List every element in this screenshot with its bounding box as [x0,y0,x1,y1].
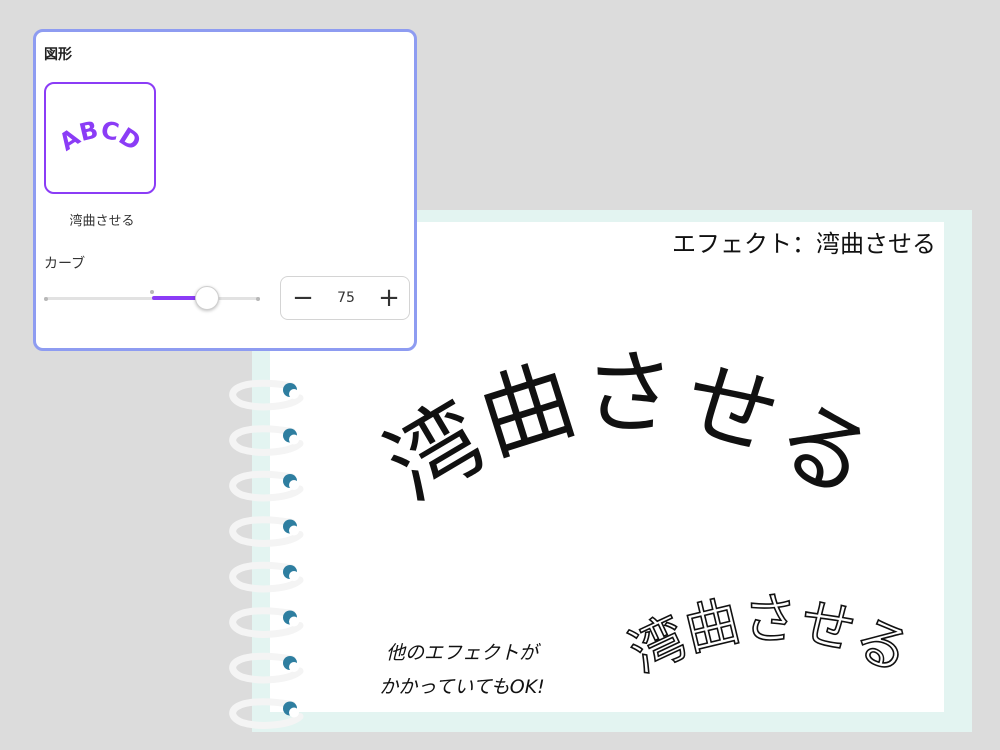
curve-effect-preview-text: ABCD [54,116,146,157]
slider-tick-center [150,290,154,294]
binding-hole-highlight [289,480,299,490]
slider-tick-end [256,297,260,301]
handwritten-note: 他のエフェクトが かかっていてもOK! [352,636,572,704]
decrement-button[interactable]: − [283,277,323,319]
binding-hole-highlight [289,707,299,718]
binding-hole-highlight [289,662,299,672]
curve-value-input[interactable]: 75 [321,277,371,319]
binding-hole-highlight [289,434,299,445]
curve-label: カーブ [44,256,86,272]
curve-effect-label: 湾曲させる [69,214,135,229]
curved-text-main-label: 湾曲させる [369,350,891,522]
notebook-header: エフェクト：湾曲させる [672,230,936,258]
spiral-binding [229,379,304,729]
note-line-1: 他のエフェクトが [385,642,538,664]
slider-thumb[interactable] [195,286,219,310]
curved-text-main: 湾曲させる [369,350,893,522]
curved-text-outline-label: 湾曲させる [619,590,920,686]
curve-slider[interactable] [44,284,260,312]
binding-hole-highlight [289,616,299,627]
curve-effect-preview-icon: ABCD [54,116,146,157]
increment-button[interactable]: + [369,277,409,319]
note-line-2: かかっていてもOK! [379,676,545,698]
svg-text:ABCD: ABCD [54,116,146,157]
svg-text:湾曲させる: 湾曲させる [620,590,920,685]
panel-title: 図形 [44,47,72,63]
binding-hole-highlight [289,525,299,536]
slider-tick-start [44,297,48,301]
shape-effect-panel: 図形 ABCD 湾曲させる カーブ − 75 + [33,29,417,351]
curve-effect-tile[interactable]: ABCD [44,82,156,194]
svg-text:湾曲させる: 湾曲させる [369,350,893,522]
binding-hole-highlight [289,571,299,581]
curved-text-outline: 湾曲させる [619,590,920,686]
curve-stepper: − 75 + [280,276,410,320]
binding-hole-highlight [289,389,299,399]
